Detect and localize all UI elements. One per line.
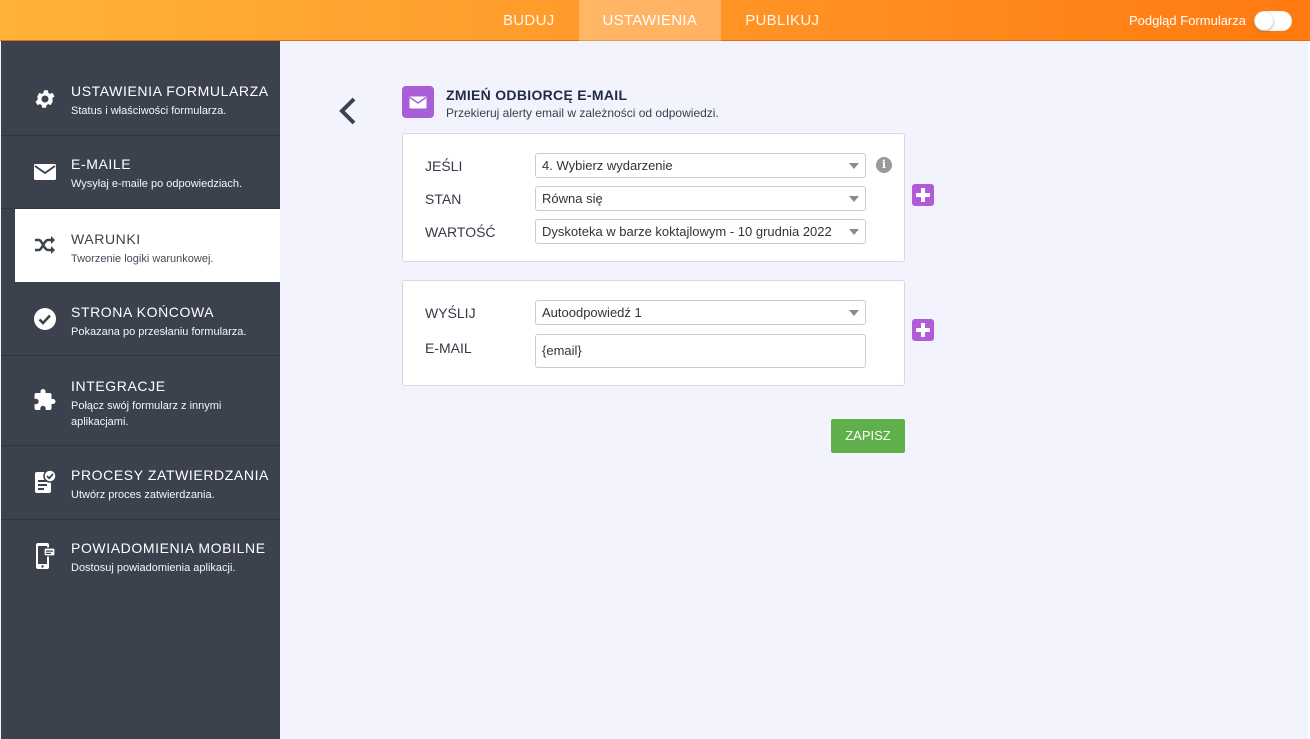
sidebar-item-subtitle: Dostosuj powiadomienia aplikacji. bbox=[71, 562, 236, 574]
sidebar-item-subtitle: Wysyłaj e-maile po odpowiedziach. bbox=[71, 178, 243, 190]
value-select[interactable]: Dyskoteka w barze koktajlowym - 10 grudn… bbox=[535, 219, 866, 244]
info-icon[interactable]: i bbox=[876, 157, 892, 173]
save-button[interactable]: ZAPISZ bbox=[831, 419, 905, 453]
sidebar-item-subtitle: Status i właściwości formularza. bbox=[71, 105, 227, 117]
preview-label: Podgląd Formularza bbox=[1128, 13, 1246, 28]
sidebar-item-subtitle: Pokazana po przesłaniu formularza. bbox=[71, 326, 247, 338]
caret-down-icon bbox=[849, 229, 859, 235]
value-label: WARTOŚĆ bbox=[425, 224, 496, 240]
envelope-icon bbox=[31, 158, 59, 186]
top-bar: BUDUJ USTAWIENIA PUBLIKUJ Podgląd Formul… bbox=[0, 0, 1310, 41]
sidebar-item-mobile-notifications[interactable]: POWIADOMIENIA MOBILNE Dostosuj powiadomi… bbox=[1, 520, 280, 600]
action-card: WYŚLIJ Autoodpowiedź 1 E-MAIL {email} bbox=[402, 280, 905, 386]
top-nav: BUDUJ USTAWIENIA PUBLIKUJ bbox=[479, 0, 843, 41]
page-title: ZMIEŃ ODBIORCĘ E-MAIL bbox=[446, 87, 628, 103]
sidebar-item-title: POWIADOMIENIA MOBILNE bbox=[71, 540, 266, 556]
caret-down-icon bbox=[849, 196, 859, 202]
sidebar-item-subtitle: Połącz swój formularz z innymi aplikacja… bbox=[71, 400, 222, 428]
autoresponder-select[interactable]: Autoodpowiedź 1 bbox=[535, 300, 866, 325]
tab-settings[interactable]: USTAWIENIA bbox=[578, 0, 722, 41]
state-select[interactable]: Równa się bbox=[535, 186, 866, 211]
sidebar-item-title: PROCESY ZATWIERDZANIA bbox=[71, 467, 269, 483]
add-action-button[interactable] bbox=[912, 319, 934, 341]
caret-down-icon bbox=[849, 310, 859, 316]
mobile-notification-icon bbox=[31, 542, 59, 570]
envelope-icon bbox=[402, 86, 434, 118]
sidebar-item-title: WARUNKI bbox=[71, 231, 141, 247]
sidebar-item-title: USTAWIENIA FORMULARZA bbox=[71, 83, 269, 99]
sidebar-item-form-settings[interactable]: USTAWIENIA FORMULARZA Status i właściwoś… bbox=[1, 41, 280, 136]
sidebar-item-emails[interactable]: E-MAILE Wysyłaj e-maile po odpowiedziach… bbox=[1, 136, 280, 209]
sidebar-item-subtitle: Utwórz proces zatwierdzania. bbox=[71, 489, 215, 501]
sidebar-item-title: INTEGRACJE bbox=[71, 378, 166, 394]
page-subtitle: Przekieruj alerty email w zależności od … bbox=[446, 106, 719, 120]
sidebar-item-conditions[interactable]: WARUNKI Tworzenie logiki warunkowej. bbox=[15, 209, 280, 282]
sidebar-item-integrations[interactable]: INTEGRACJE Połącz swój formularz z innym… bbox=[1, 356, 280, 446]
add-condition-button[interactable] bbox=[912, 184, 934, 206]
email-label: E-MAIL bbox=[425, 340, 472, 356]
approval-document-icon bbox=[31, 468, 59, 496]
sidebar-item-thank-you-page[interactable]: STRONA KOŃCOWA Pokazana po przesłaniu fo… bbox=[1, 282, 280, 356]
back-chevron-icon[interactable] bbox=[336, 96, 360, 126]
if-label: JEŚLI bbox=[425, 158, 463, 174]
if-field-select[interactable]: 4. Wybierz wydarzenie bbox=[535, 153, 866, 178]
shuffle-icon bbox=[31, 231, 59, 259]
condition-card: JEŚLI 4. Wybierz wydarzenie STAN Równa s… bbox=[402, 133, 905, 262]
email-field[interactable]: {email} bbox=[535, 334, 866, 368]
settings-sidebar: USTAWIENIA FORMULARZA Status i właściwoś… bbox=[1, 41, 280, 739]
send-label: WYŚLIJ bbox=[425, 305, 476, 321]
tab-build[interactable]: BUDUJ bbox=[479, 0, 579, 41]
sidebar-item-title: STRONA KOŃCOWA bbox=[71, 304, 215, 320]
state-value: Równa się bbox=[542, 191, 603, 206]
if-field-value: 4. Wybierz wydarzenie bbox=[542, 158, 673, 173]
form-preview: Podgląd Formularza bbox=[1129, 0, 1292, 41]
sidebar-item-title: E-MAILE bbox=[71, 156, 132, 172]
puzzle-icon bbox=[31, 386, 59, 414]
autoresponder-value: Autoodpowiedź 1 bbox=[542, 305, 642, 320]
tab-publish[interactable]: PUBLIKUJ bbox=[721, 0, 843, 41]
state-label: STAN bbox=[425, 191, 462, 207]
check-circle-icon bbox=[31, 305, 59, 333]
gear-icon bbox=[31, 85, 59, 113]
caret-down-icon bbox=[849, 163, 859, 169]
value-value: Dyskoteka w barze koktajlowym - 10 grudn… bbox=[542, 224, 832, 239]
preview-toggle[interactable] bbox=[1254, 10, 1292, 31]
sidebar-item-approval-processes[interactable]: PROCESY ZATWIERDZANIA Utwórz proces zatw… bbox=[1, 446, 280, 520]
sidebar-item-subtitle: Tworzenie logiki warunkowej. bbox=[71, 253, 214, 265]
